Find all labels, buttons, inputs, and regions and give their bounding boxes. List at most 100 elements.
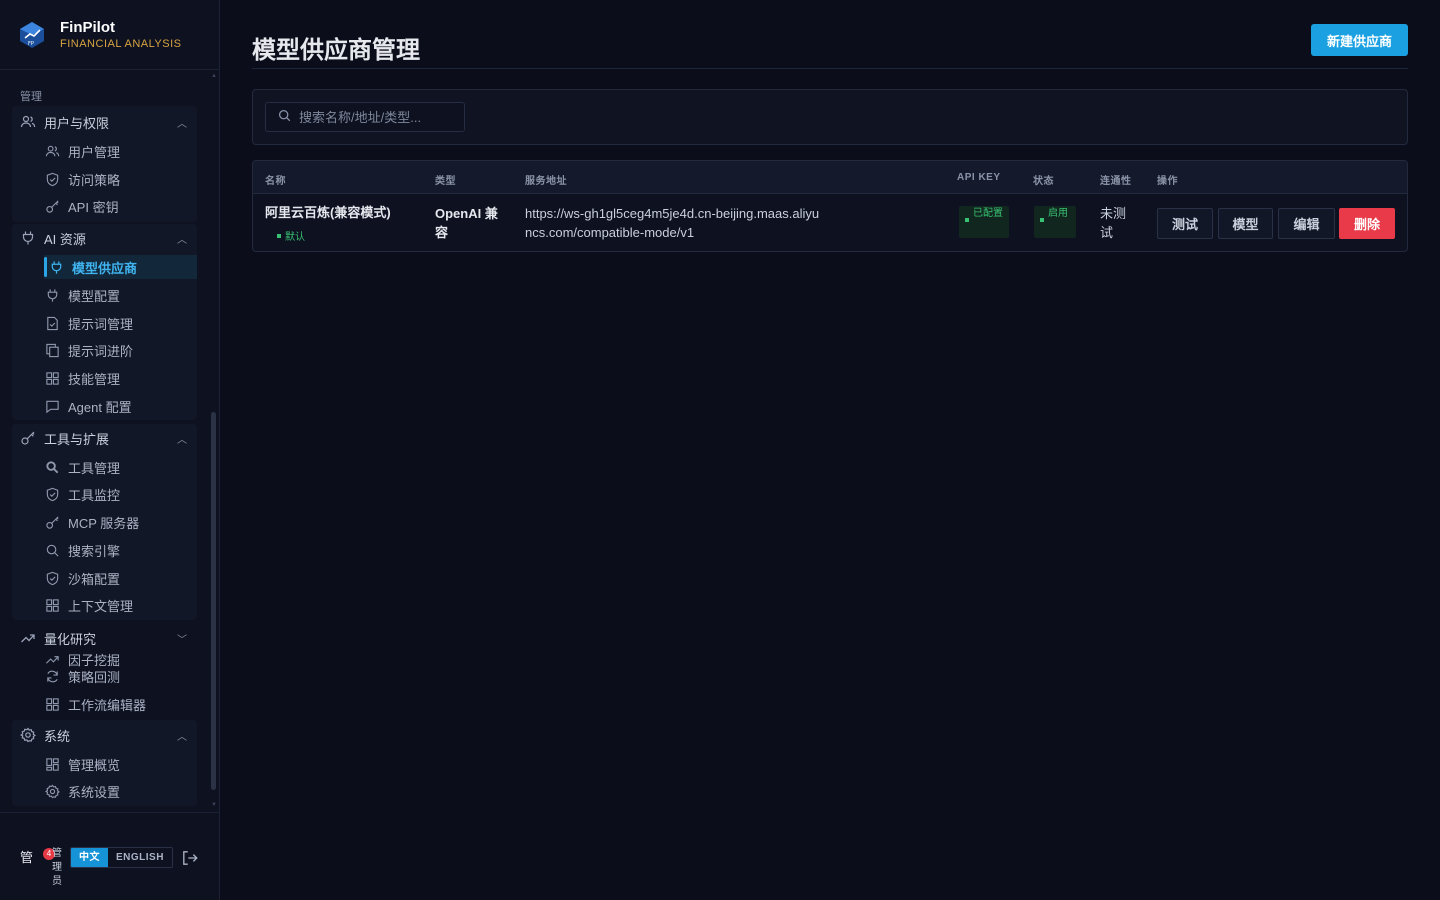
trend-icon bbox=[44, 651, 60, 667]
sidebar-item-label: 提示词管理 bbox=[68, 316, 134, 332]
sidebar-item-tool-monitor[interactable]: 工具监控 bbox=[44, 482, 194, 506]
sidebar-item-backtest[interactable]: 策略回测 bbox=[44, 667, 194, 685]
sidebar-item-agent-config[interactable]: Agent 配置 bbox=[44, 394, 194, 418]
grid-icon bbox=[44, 370, 60, 386]
column-header-status: 状态 bbox=[1033, 176, 1054, 187]
divider bbox=[252, 68, 1408, 69]
sidebar-item-label: 工具监控 bbox=[68, 487, 121, 503]
provider-type: OpenAI 兼容 bbox=[435, 206, 498, 240]
sidebar-item-skills[interactable]: 技能管理 bbox=[44, 366, 194, 390]
sidebar-item-sandbox-config[interactable]: 沙箱配置 bbox=[44, 566, 194, 590]
brand[interactable]: FP FinPilot FINANCIAL ANALYSIS bbox=[0, 0, 219, 70]
sidebar-item-factor-mining[interactable]: 因子挖掘 bbox=[44, 650, 194, 668]
delete-button[interactable]: 删除 bbox=[1339, 208, 1395, 239]
sidebar-item-search-engine[interactable]: 搜索引擎 bbox=[44, 538, 194, 562]
sidebar-item-label: 管理概览 bbox=[68, 757, 121, 773]
sidebar-footer: 管 4 管理员 中文 ENGLISH bbox=[0, 812, 220, 900]
provider-url: https://ws-gh1gl5ceg4m5je4d.cn-beijing.m… bbox=[525, 206, 820, 240]
shield-icon bbox=[44, 570, 60, 586]
providers-table: 名称 类型 服务地址 API KEY 状态 连通性 操作 阿里云百炼(兼容模式)… bbox=[252, 160, 1408, 252]
sidebar-item-label: MCP 服务器 bbox=[68, 515, 140, 531]
shield-icon bbox=[44, 171, 60, 187]
sidebar-item-label: 工具管理 bbox=[68, 460, 121, 476]
sidebar-item-model-config[interactable]: 模型配置 bbox=[44, 283, 194, 307]
sidebar-item-label: API 密钥 bbox=[68, 199, 119, 215]
search-icon bbox=[278, 109, 291, 125]
message-icon bbox=[44, 398, 60, 414]
sidebar-item-prompt-management[interactable]: 提示词管理 bbox=[44, 311, 194, 335]
sidebar-item-label: Agent 配置 bbox=[68, 399, 132, 415]
sidebar-item-tool-management[interactable]: 工具管理 bbox=[44, 455, 194, 479]
edit-button[interactable]: 编辑 bbox=[1278, 208, 1335, 239]
users-icon bbox=[20, 114, 36, 130]
sidebar-item-label: 模型配置 bbox=[68, 288, 121, 304]
nav-group-label: AI 资源 bbox=[44, 231, 86, 247]
scroll-down-arrow[interactable]: ▼ bbox=[211, 802, 217, 808]
search-box[interactable] bbox=[265, 102, 465, 132]
search-input[interactable] bbox=[299, 109, 459, 125]
nav-group-header-quant[interactable]: 量化研究 ﹀ bbox=[12, 624, 197, 652]
sidebar-item-system-settings[interactable]: 系统设置 bbox=[44, 779, 194, 803]
nav-group-header-users[interactable]: 用户与权限 ︿ bbox=[12, 108, 197, 136]
language-switch: 中文 ENGLISH bbox=[70, 847, 173, 868]
sidebar-item-mcp-servers[interactable]: MCP 服务器 bbox=[44, 510, 194, 534]
nav-group-label: 量化研究 bbox=[44, 631, 97, 647]
sidebar-scrollbar[interactable] bbox=[211, 412, 216, 790]
lang-en-button[interactable]: ENGLISH bbox=[108, 848, 172, 867]
key-icon bbox=[44, 198, 60, 214]
sidebar: FP FinPilot FINANCIAL ANALYSIS 管理 用户与权限 … bbox=[0, 0, 220, 900]
sidebar-item-prompt-advanced[interactable]: 提示词进阶 bbox=[44, 338, 194, 362]
column-header-actions: 操作 bbox=[1157, 176, 1178, 187]
svg-text:FP: FP bbox=[28, 41, 34, 47]
refresh-icon bbox=[44, 668, 60, 684]
column-header-apikey: API KEY bbox=[957, 172, 1001, 183]
nav-group-header-ai[interactable]: AI 资源 ︿ bbox=[12, 224, 197, 252]
nav-group-ai: AI 资源 ︿ 模型供应商 模型配置 提示词管理 提示词进阶 技能管理 Agen… bbox=[12, 224, 197, 420]
lang-zh-button[interactable]: 中文 bbox=[71, 848, 108, 867]
sidebar-item-label: 用户管理 bbox=[68, 144, 121, 160]
sidebar-item-workflow-editor[interactable]: 工作流编辑器 bbox=[44, 692, 194, 716]
sidebar-item-admin-overview[interactable]: 管理概览 bbox=[44, 752, 194, 776]
table-header: 名称 类型 服务地址 API KEY 状态 连通性 操作 bbox=[253, 161, 1407, 194]
avatar[interactable]: 管 bbox=[20, 847, 42, 869]
file-check-icon bbox=[44, 315, 60, 331]
sidebar-item-access-policy[interactable]: 访问策略 bbox=[44, 167, 194, 191]
sidebar-item-user-management[interactable]: 用户管理 bbox=[44, 139, 194, 163]
nav-group-label: 工具与扩展 bbox=[44, 431, 110, 447]
sidebar-item-label: 工作流编辑器 bbox=[68, 697, 147, 713]
sidebar-item-model-providers[interactable]: 模型供应商 bbox=[44, 255, 197, 279]
enabled-status-badge: 启用 bbox=[1034, 206, 1076, 238]
apikey-status-badge: 已配置 bbox=[959, 206, 1009, 238]
new-provider-button[interactable]: 新建供应商 bbox=[1311, 24, 1408, 56]
sidebar-item-label: 模型供应商 bbox=[72, 260, 138, 276]
logout-icon[interactable] bbox=[181, 849, 199, 872]
search-icon bbox=[44, 542, 60, 558]
column-header-type: 类型 bbox=[435, 176, 456, 187]
nav-group-users: 用户与权限 ︿ 用户管理 访问策略 API 密钥 bbox=[12, 106, 197, 222]
shield-icon bbox=[44, 486, 60, 502]
test-button[interactable]: 测试 bbox=[1157, 208, 1213, 239]
models-button[interactable]: 模型 bbox=[1218, 208, 1273, 239]
sidebar-item-label: 访问策略 bbox=[68, 172, 121, 188]
chevron-up-icon: ︿ bbox=[177, 234, 187, 246]
sidebar-item-label: 提示词进阶 bbox=[68, 343, 134, 359]
chevron-up-icon: ︿ bbox=[177, 731, 187, 743]
scroll-up-arrow[interactable]: ▲ bbox=[211, 73, 217, 79]
table-row: 阿里云百炼(兼容模式) 默认 OpenAI 兼容 https://ws-gh1g… bbox=[253, 194, 1407, 251]
search-card bbox=[252, 89, 1408, 145]
brand-name: FinPilot bbox=[60, 18, 115, 36]
column-header-url: 服务地址 bbox=[525, 176, 567, 187]
key-icon bbox=[20, 430, 36, 446]
sidebar-item-context-management[interactable]: 上下文管理 bbox=[44, 593, 194, 617]
sidebar-item-api-keys[interactable]: API 密钥 bbox=[44, 194, 194, 218]
sidebar-item-label: 系统设置 bbox=[68, 784, 121, 800]
sidebar-item-label: 沙箱配置 bbox=[68, 571, 121, 587]
nav-group-label: 系统 bbox=[44, 728, 71, 744]
sidebar-item-label: 搜索引擎 bbox=[68, 543, 121, 559]
nav-group-header-system[interactable]: 系统 ︿ bbox=[12, 721, 197, 749]
main-content: 模型供应商管理 新建供应商 名称 类型 服务地址 API KEY 状态 连通性 … bbox=[220, 0, 1440, 900]
nav-group-header-tools[interactable]: 工具与扩展 ︿ bbox=[12, 424, 197, 452]
chevron-down-icon: ﹀ bbox=[177, 634, 187, 646]
connectivity-status: 未测试 bbox=[1100, 206, 1127, 240]
key-icon bbox=[44, 514, 60, 530]
